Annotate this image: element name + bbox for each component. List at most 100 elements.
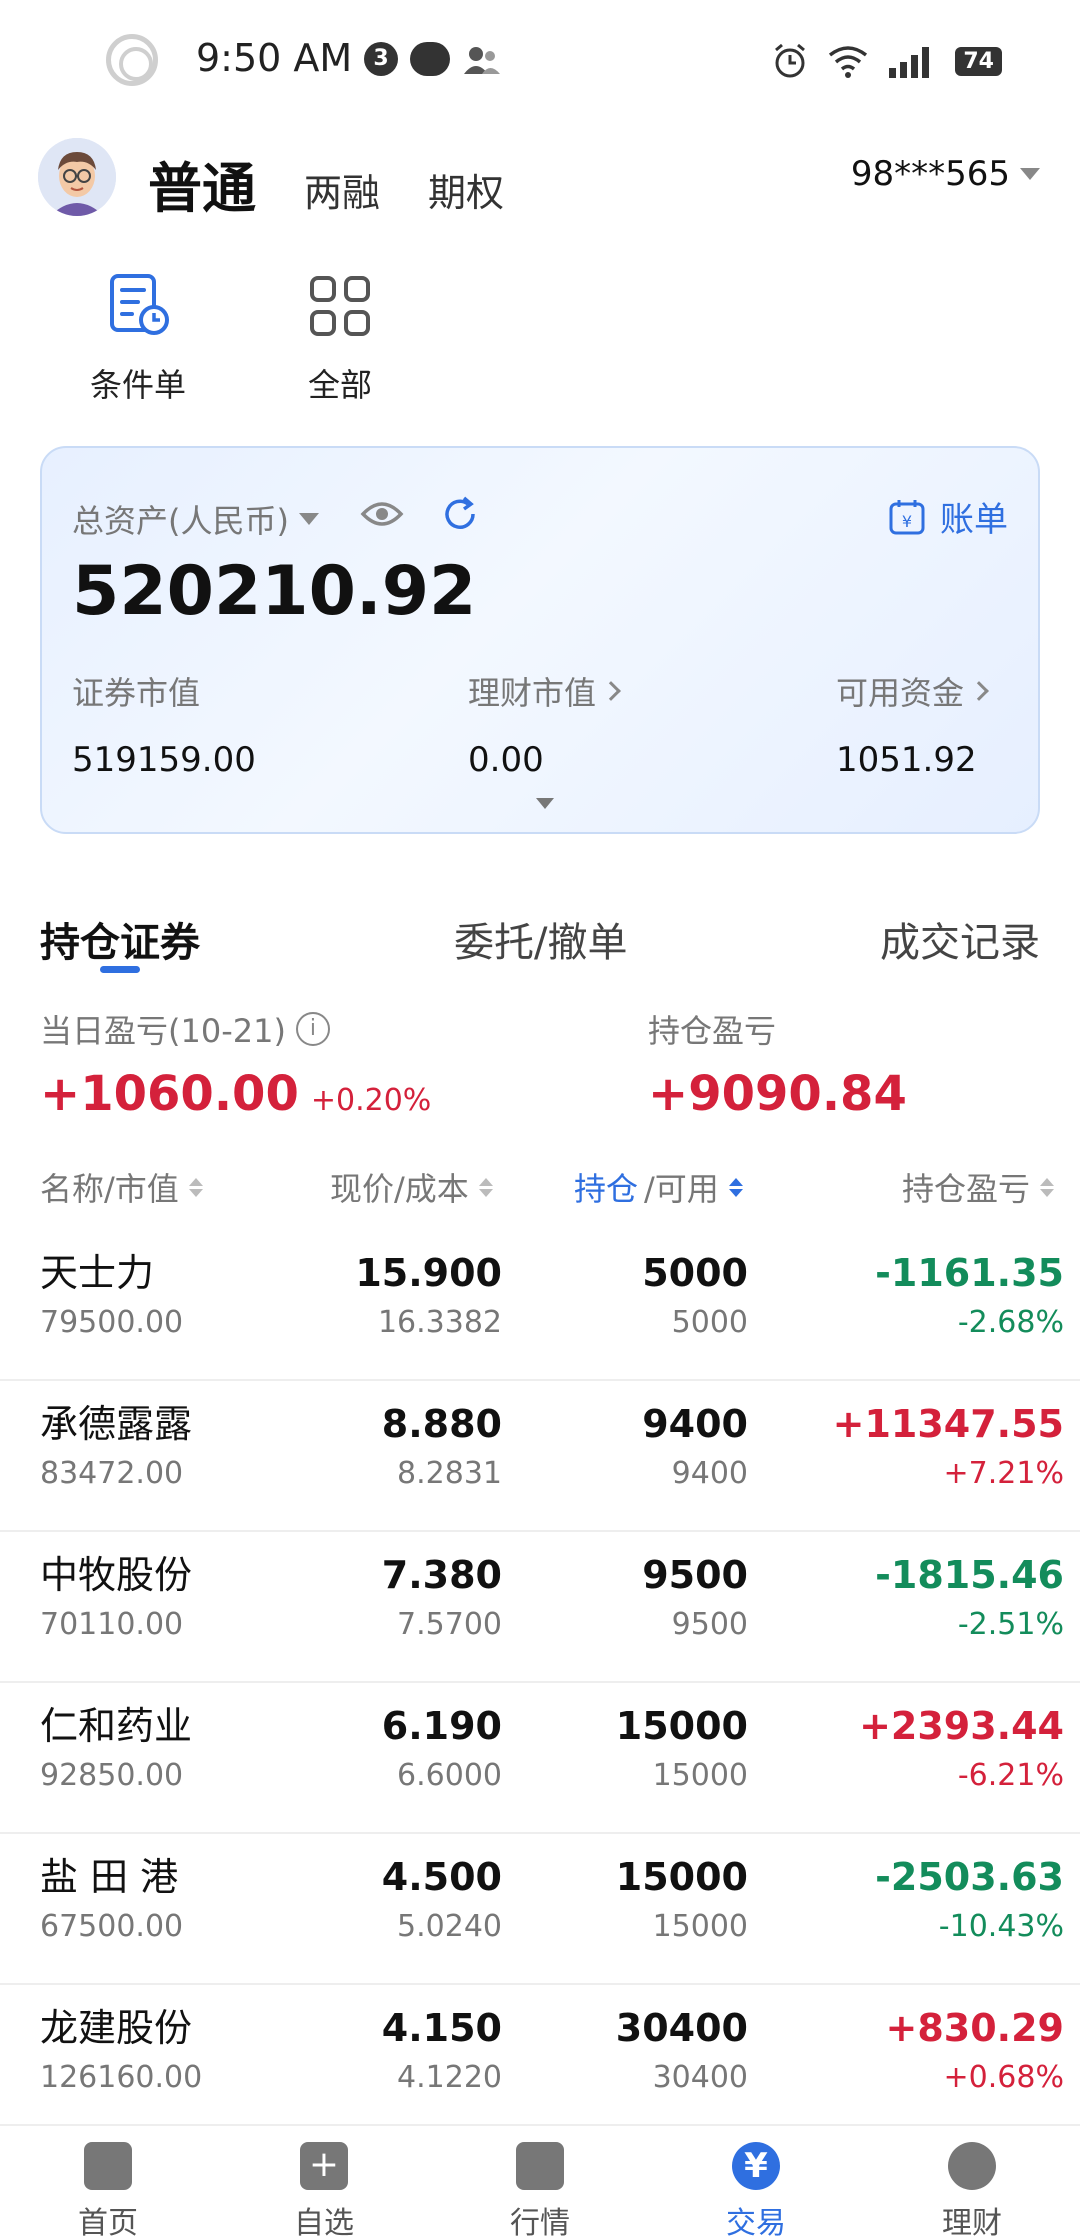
nav-market-label: 行情 [510, 2206, 570, 2240]
stock-name: 承德露露 [40, 1402, 193, 1446]
sort-icon [478, 1177, 493, 1197]
nav-trade[interactable]: ¥ 交易 [686, 2142, 826, 2240]
expand-icon[interactable] [536, 798, 554, 809]
cost-price: 5.0240 [397, 1909, 502, 1944]
sort-by-name[interactable]: 名称/市值 [40, 1164, 203, 1210]
current-price: 8.880 [381, 1402, 502, 1446]
stock-name: 中牧股份 [40, 1553, 193, 1597]
nav-home-label: 首页 [78, 2206, 138, 2240]
cost-price: 6.6000 [397, 1758, 502, 1793]
people-icon [464, 47, 500, 74]
available-quantity: 9400 [671, 1456, 748, 1491]
securities-value: 519159.00 [72, 740, 256, 780]
table-row[interactable]: 龙建股份 126160.00 4.150 4.1220 30400 30400 +83… [0, 1985, 1080, 2136]
total-assets-value: 520210.92 [72, 552, 477, 631]
quantity: 30400 [615, 2006, 748, 2050]
nav-watchlist[interactable]: + 自选 [254, 2142, 394, 2240]
available-quantity: 15000 [652, 1909, 748, 1944]
info-icon[interactable]: i [295, 1012, 330, 1046]
available-quantity: 5000 [671, 1305, 748, 1340]
stock-name: 盐 田 港 [40, 1855, 179, 1899]
tab-normal[interactable]: 普通 [148, 144, 256, 223]
daily-pnl: +1060.00 +0.20% [40, 1066, 431, 1122]
market-value: 83472.00 [40, 1456, 184, 1491]
account-selector[interactable]: 98***565 [851, 154, 1040, 194]
notification-count-badge: 3 [364, 42, 398, 76]
table-row[interactable]: 仁和药业 92850.00 6.190 6.6000 15000 15000 +239… [0, 1683, 1080, 1834]
sort-by-pnl[interactable]: 持仓盈亏 [902, 1164, 1055, 1210]
eye-icon[interactable] [360, 494, 404, 534]
stock-name: 龙建股份 [40, 2006, 193, 2050]
market-value: 70110.00 [40, 1607, 184, 1642]
daily-pnl-value: +1060.00 [40, 1066, 299, 1122]
current-price: 6.190 [381, 1704, 502, 1748]
sort-icon [728, 1177, 743, 1197]
nav-market[interactable]: 行情 [470, 2142, 610, 2240]
current-price: 4.500 [381, 1855, 502, 1899]
conditional-order-button[interactable]: 条件单 [68, 270, 208, 406]
chat-icon [410, 42, 450, 76]
conditional-order-label: 条件单 [89, 366, 186, 404]
cost-price: 4.1220 [397, 2060, 502, 2095]
tab-options[interactable]: 期权 [428, 162, 504, 217]
positions-table-header: 名称/市值 现价/成本 持仓/可用 持仓盈亏 [0, 1160, 1080, 1210]
securities-value-block: 证券市值 519159.00 [72, 668, 256, 780]
all-functions-button[interactable]: 全部 [270, 270, 410, 406]
quantity: 9500 [642, 1553, 748, 1597]
sort-by-price[interactable]: 现价/成本 [330, 1164, 493, 1210]
available-cash-block[interactable]: 可用资金 1051.92 [836, 668, 989, 780]
tab-positions[interactable]: 持仓证券 [40, 910, 200, 968]
table-row[interactable]: 承德露露 83472.00 8.880 8.2831 9400 9400 +11347… [0, 1381, 1080, 1532]
positions-list: 天士力 79500.00 15.900 16.3382 5000 5000 -1161… [0, 1230, 1080, 2136]
current-price: 15.900 [355, 1251, 502, 1295]
active-tab-indicator [100, 966, 140, 973]
cash-label-row: 可用资金 [836, 668, 989, 714]
available-quantity: 15000 [652, 1758, 748, 1793]
table-row[interactable]: 天士力 79500.00 15.900 16.3382 5000 5000 -1161… [0, 1230, 1080, 1381]
record-icon [106, 34, 158, 86]
current-price: 7.380 [381, 1553, 502, 1597]
daily-pnl-label: 当日盈亏(10-21) [40, 1012, 286, 1050]
avatar[interactable] [38, 138, 116, 216]
all-functions-label: 全部 [307, 366, 372, 404]
table-row[interactable]: 盐 田 港 67500.00 4.500 5.0240 15000 15000 -25… [0, 1834, 1080, 1985]
stock-name: 仁和药业 [40, 1704, 193, 1748]
grid-icon [310, 276, 370, 336]
sort-by-quantity[interactable]: 持仓/可用 [574, 1164, 743, 1210]
chart-icon [516, 2142, 564, 2190]
tab-margin[interactable]: 两融 [304, 162, 380, 217]
wealth-value: 0.00 [468, 740, 544, 780]
battery-icon: 74 [955, 46, 1002, 76]
position-pnl-percent: -6.21% [957, 1758, 1064, 1793]
table-row[interactable]: 中牧股份 70110.00 7.380 7.5700 9500 9500 -1815.… [0, 1532, 1080, 1683]
tab-orders[interactable]: 委托/撤单 [454, 910, 627, 968]
account-number: 98***565 [850, 154, 1010, 194]
available-quantity: 9500 [671, 1607, 748, 1642]
market-value: 92850.00 [40, 1758, 184, 1793]
chevron-down-icon [298, 513, 319, 525]
position-pnl-percent: -2.51% [957, 1607, 1064, 1642]
nav-wealth[interactable]: 理财 [902, 2142, 1042, 2240]
bill-label: 账单 [940, 500, 1008, 540]
quantity: 15000 [615, 1855, 748, 1899]
tab-trades[interactable]: 成交记录 [880, 910, 1040, 968]
nav-home[interactable]: 首页 [38, 2142, 178, 2240]
position-pnl: -2503.63 [875, 1855, 1064, 1899]
position-pnl-percent: +7.21% [943, 1456, 1064, 1491]
stock-name: 天士力 [40, 1251, 155, 1295]
holding-pnl-label: 持仓盈亏 [648, 1012, 777, 1050]
header-quantity: 持仓 [574, 1170, 639, 1208]
bill-button[interactable]: ¥ 账单 [888, 492, 1008, 541]
asset-summary-card: 总资产(人民币) ¥ 账单 520210.92 证券市值 519159.00 理… [40, 446, 1040, 834]
header-price-cost: 现价/成本 [330, 1170, 469, 1208]
bottom-navigation: 首页 + 自选 行情 ¥ 交易 理财 [0, 2124, 1080, 2240]
wealth-value-block[interactable]: 理财市值 0.00 [468, 668, 621, 780]
refresh-icon[interactable] [440, 494, 480, 534]
total-assets-currency-selector[interactable]: 总资产(人民币) [72, 496, 319, 542]
wealth-label-row: 理财市值 [468, 668, 621, 714]
quantity: 5000 [642, 1251, 748, 1295]
chevron-down-icon [1020, 168, 1040, 180]
position-pnl: -1815.46 [875, 1553, 1064, 1597]
daily-pnl-percent: +0.20% [310, 1083, 432, 1118]
position-pnl-percent: -10.43% [938, 1909, 1064, 1944]
